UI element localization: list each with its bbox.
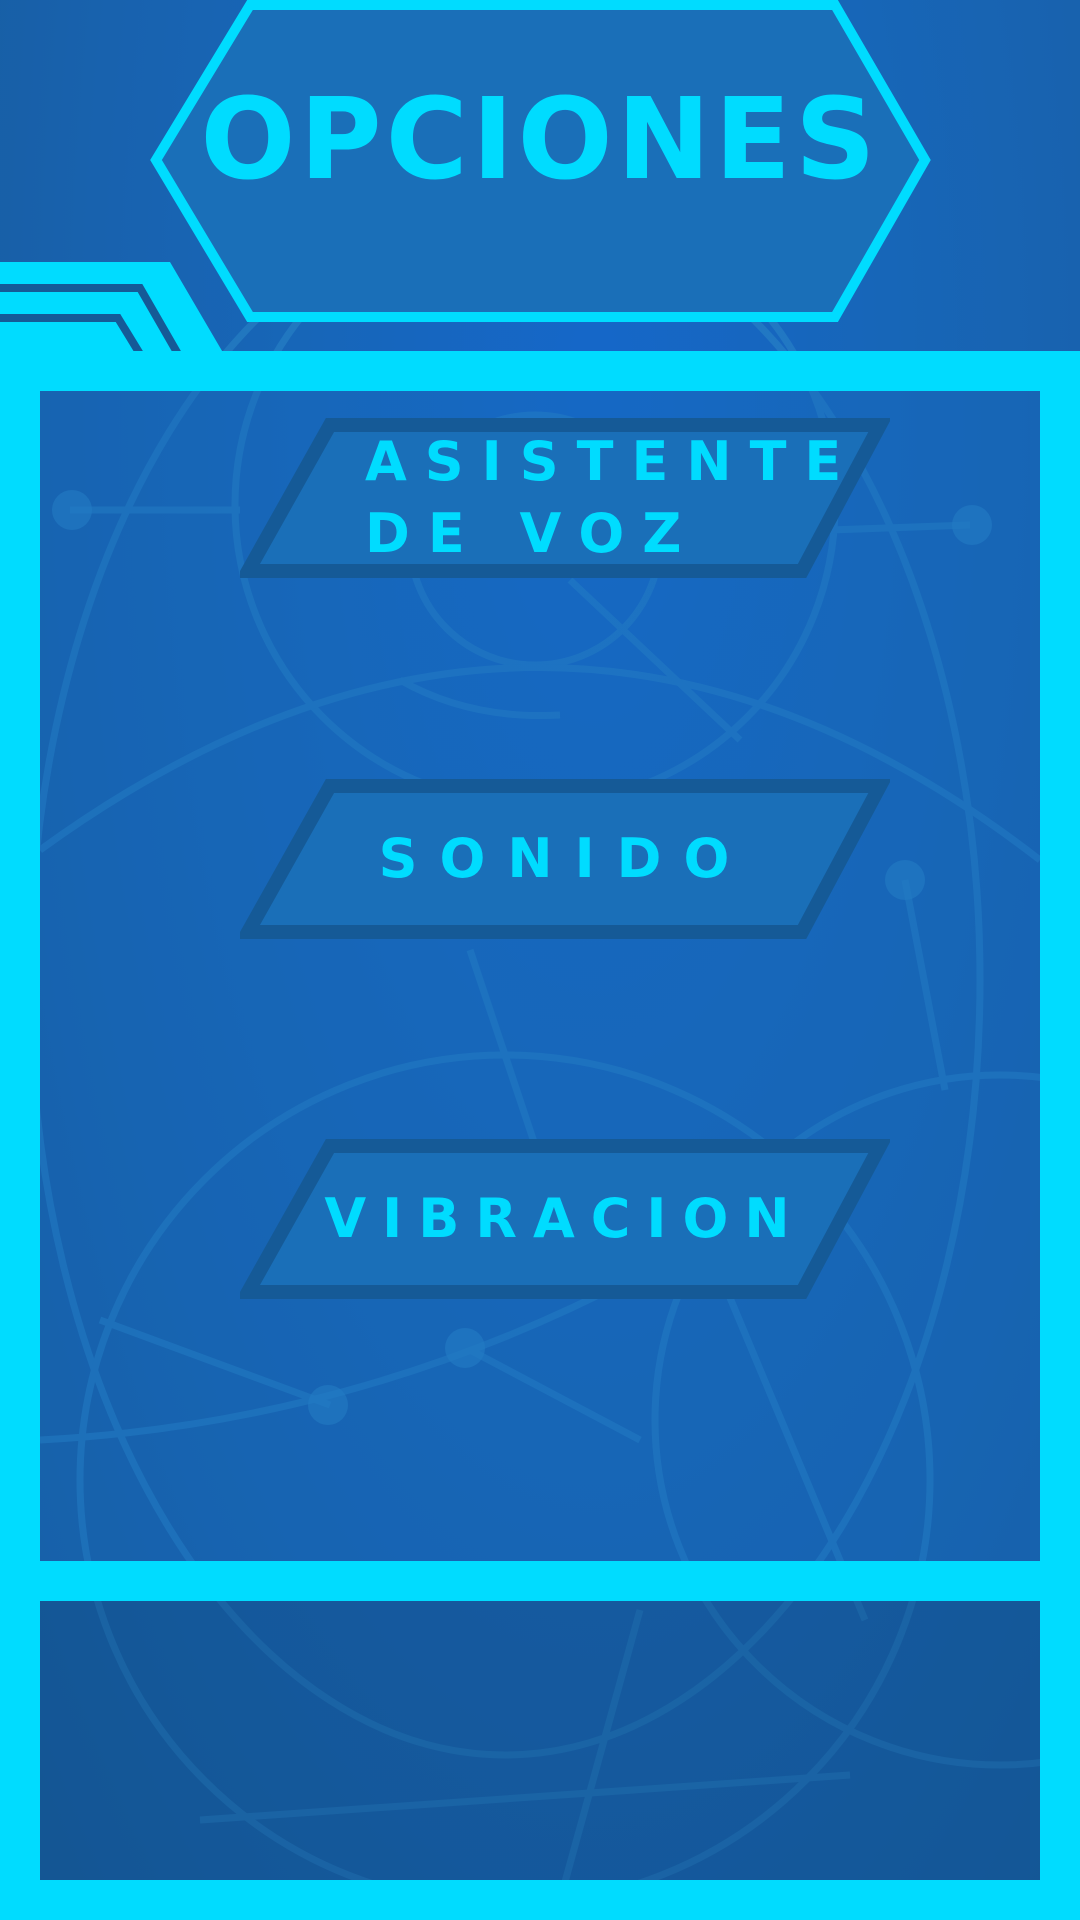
voice-assistant-label-line1: ASISTENTE bbox=[365, 430, 860, 493]
voice-assistant-label-line2: DE VOZ bbox=[365, 502, 700, 565]
sound-label: SONIDO bbox=[378, 827, 752, 890]
voice-assistant-label: ASISTENTE DE VOZ bbox=[240, 417, 890, 579]
vibration-label: VIBRACION bbox=[324, 1187, 806, 1250]
sound-button[interactable]: SONIDO bbox=[240, 778, 890, 940]
bottom-panel bbox=[0, 1561, 1080, 1920]
options-screen: OPCIONES ASISTENTE DE VOZ SONIDO VIBRACI… bbox=[0, 0, 1080, 1920]
voice-assistant-button[interactable]: ASISTENTE DE VOZ bbox=[240, 417, 890, 579]
vibration-button[interactable]: VIBRACION bbox=[240, 1138, 890, 1300]
page-title: OPCIONES bbox=[200, 75, 880, 205]
